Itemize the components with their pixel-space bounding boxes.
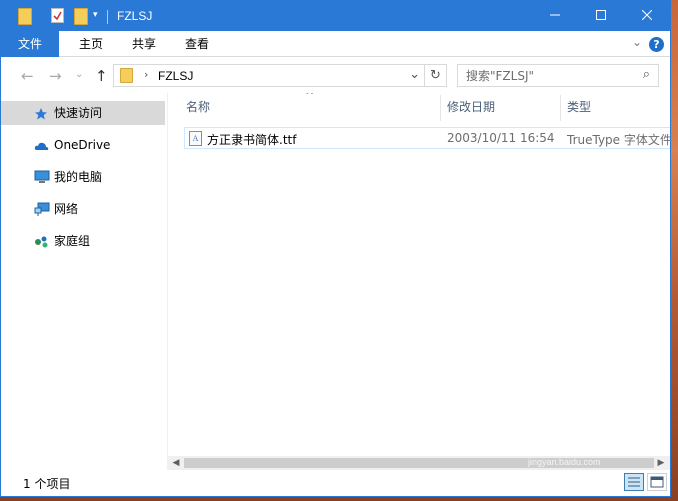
large-icons-view-button[interactable] (647, 473, 667, 491)
close-icon (641, 9, 653, 21)
minimize-button[interactable] (532, 1, 578, 31)
column-divider[interactable] (440, 95, 441, 121)
search-box[interactable]: ⌕ (457, 64, 659, 87)
sidebar-item-label: 快速访问 (54, 106, 103, 120)
cloud-icon (34, 137, 50, 153)
forward-arrow-icon[interactable]: → (49, 67, 62, 85)
search-input[interactable] (466, 68, 626, 84)
back-arrow-icon[interactable]: ← (21, 67, 34, 85)
tab-home[interactable]: 主页 (67, 31, 115, 57)
minimize-icon (550, 14, 560, 16)
column-header-date-modified[interactable]: 修改日期 (447, 93, 495, 121)
navigation-bar: ← → ⌄ ↑ › FZLSJ ⌄ ↻ ⌕ (1, 58, 670, 93)
sidebar-item-onedrive[interactable]: OneDrive (1, 133, 165, 157)
details-view-icon (628, 477, 640, 487)
search-icon[interactable]: ⌕ (643, 67, 650, 82)
explorer-window: ▾ FZLSJ 文件 主页 共享 查看 ⌄ ? ← → ⌄ ↑ › FZLSJ … (0, 0, 671, 497)
font-file-icon: A (189, 131, 202, 146)
file-list: ^ 名称 修改日期 类型 A 方正隶书简体.ttf 2003/10/11 16:… (167, 93, 670, 456)
maximize-icon (596, 10, 606, 20)
sidebar-item-label: 我的电脑 (54, 170, 103, 184)
baidu-watermark: Baidu jingyan.baidu.com (520, 430, 601, 467)
refresh-icon[interactable]: ↻ (424, 65, 446, 86)
file-type: TrueType 字体文件 (567, 133, 670, 147)
sidebar-item-this-pc[interactable]: 我的电脑 (1, 165, 165, 189)
sidebar-item-homegroup[interactable]: 家庭组 (1, 229, 165, 253)
help-icon[interactable]: ? (649, 37, 664, 52)
computer-icon (34, 169, 50, 185)
properties-icon[interactable] (51, 8, 64, 23)
address-dropdown-chevron-icon[interactable]: ⌄ (409, 67, 420, 82)
item-count: 1 个项目 (23, 477, 71, 491)
address-bar[interactable]: › FZLSJ ⌄ ↻ (113, 64, 447, 87)
title-bar: ▾ FZLSJ (1, 1, 670, 31)
recent-locations-chevron-icon[interactable]: ⌄ (75, 69, 83, 80)
file-name: 方正隶书简体.ttf (207, 133, 297, 147)
status-bar: 1 个项目 (1, 470, 670, 496)
breadcrumb-chevron-icon[interactable]: › (144, 68, 148, 81)
new-folder-icon[interactable] (74, 8, 88, 25)
details-view-button[interactable] (624, 473, 644, 491)
breadcrumb-path[interactable]: FZLSJ (158, 69, 193, 83)
folder-icon (120, 68, 133, 83)
sort-ascending-caret-icon: ^ (305, 93, 315, 102)
sidebar-item-label: OneDrive (54, 138, 111, 152)
maximize-button[interactable] (578, 1, 624, 31)
column-header-name[interactable]: 名称 (186, 93, 210, 121)
network-icon (34, 201, 50, 217)
star-icon (34, 105, 50, 121)
sidebar-item-label: 家庭组 (54, 234, 91, 248)
expand-ribbon-chevron-icon[interactable]: ⌄ (632, 35, 642, 49)
file-date-modified: 2003/10/11 16:54 (447, 131, 555, 145)
folder-icon (18, 8, 32, 25)
column-header-type[interactable]: 类型 (567, 93, 591, 121)
scroll-right-arrow-icon[interactable]: ▶ (654, 456, 668, 470)
up-arrow-icon[interactable]: ↑ (95, 67, 108, 85)
customize-toolbar-chevron-icon[interactable]: ▾ (93, 10, 98, 20)
column-divider[interactable] (560, 95, 561, 121)
table-row[interactable]: A 方正隶书简体.ttf 2003/10/11 16:54 TrueType 字… (184, 127, 670, 149)
tab-share[interactable]: 共享 (120, 31, 168, 57)
scroll-left-arrow-icon[interactable]: ◀ (169, 456, 183, 470)
sidebar-item-label: 网络 (54, 202, 79, 216)
window-title: FZLSJ (117, 9, 153, 23)
homegroup-icon (34, 233, 50, 249)
tab-file[interactable]: 文件 (1, 31, 59, 57)
large-icons-view-icon (650, 476, 664, 488)
close-button[interactable] (624, 1, 670, 31)
sidebar-item-quick-access[interactable]: 快速访问 (1, 101, 165, 125)
sidebar-item-network[interactable]: 网络 (1, 197, 165, 221)
title-separator (107, 10, 108, 24)
ribbon-tabs: 文件 主页 共享 查看 ⌄ ? (1, 31, 670, 57)
tab-view[interactable]: 查看 (173, 31, 221, 57)
navigation-pane: 快速访问 OneDrive 我的电脑 网络 家庭组 (1, 93, 167, 466)
